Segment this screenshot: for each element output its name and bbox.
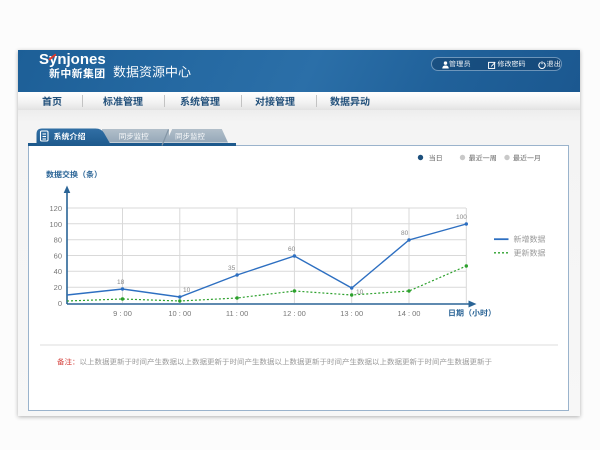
svg-text:13 : 00: 13 : 00	[340, 309, 363, 318]
svg-text:80: 80	[54, 236, 62, 245]
svg-text:11 : 00: 11 : 00	[226, 309, 248, 318]
svg-text:14 : 00: 14 : 00	[398, 309, 421, 318]
svg-text:120: 120	[49, 204, 62, 213]
svg-text:60: 60	[54, 252, 62, 261]
svg-text:100: 100	[456, 214, 467, 221]
svg-text:10 : 00: 10 : 00	[168, 309, 191, 318]
svg-text:40: 40	[54, 267, 62, 276]
svg-text:60: 60	[288, 246, 296, 253]
svg-text:0: 0	[58, 299, 62, 308]
svg-text:10: 10	[356, 289, 364, 296]
svg-text:12 : 00: 12 : 00	[283, 309, 306, 318]
svg-text:100: 100	[49, 220, 62, 229]
svg-text:20: 20	[54, 283, 62, 292]
svg-text:80: 80	[401, 230, 409, 237]
svg-text:10: 10	[183, 287, 191, 294]
svg-text:18: 18	[117, 279, 125, 286]
svg-text:9 : 00: 9 : 00	[113, 309, 132, 318]
svg-text:35: 35	[228, 265, 236, 272]
